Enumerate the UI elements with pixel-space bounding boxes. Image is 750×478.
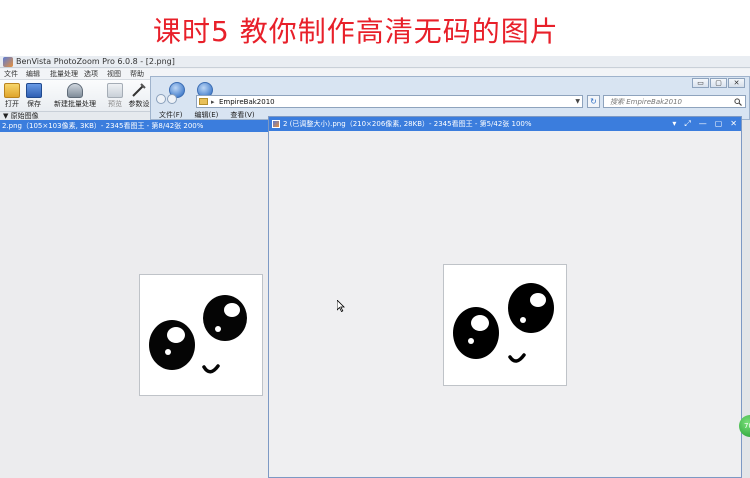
viewer-window-controls: ▾ ⤢ — ▢ ✕ — [664, 117, 737, 131]
right-viewer-titlebar[interactable]: 2 (已调整大小).png（210×206像素, 28KB）- 2345看图王 … — [269, 117, 741, 131]
menu-view[interactable]: 视图 — [107, 69, 121, 80]
folder-icon — [199, 98, 208, 105]
address-bar[interactable]: ▸ EmpireBak2010 ▼ — [196, 95, 583, 108]
refresh-button[interactable]: ↻ — [587, 95, 600, 108]
menu-batch[interactable]: 批量处理 — [50, 69, 78, 80]
explorer-menu-edit[interactable]: 编辑(E) — [195, 111, 219, 119]
refresh-icon: ↻ — [590, 97, 597, 106]
explorer-close-button[interactable]: ✕ — [728, 78, 745, 88]
badge-text: 70 — [744, 422, 750, 430]
preview-icon — [107, 83, 123, 98]
right-viewer-title: 2 (已调整大小).png（210×206像素, 28KB）- 2345看图王 … — [283, 120, 532, 128]
viewer-app-icon — [272, 120, 280, 128]
params-label: 参数设 — [128, 100, 150, 108]
menu-help[interactable]: 帮助 — [130, 69, 144, 80]
new-batch-label: 新建批量处理 — [54, 100, 96, 108]
database-stack-icon — [67, 83, 83, 98]
menu-edit[interactable]: 编辑 — [26, 69, 40, 80]
search-input[interactable]: 搜索 EmpireBak2010 — [603, 95, 746, 108]
eyes-face-image — [149, 295, 247, 374]
app-logo-icon — [3, 57, 13, 67]
back-button[interactable] — [156, 94, 166, 104]
left-image-viewer: 2.png（105×103像素, 3KB）- 2345看图王 - 第8/42张 … — [0, 120, 268, 478]
menu-file[interactable]: 文件 — [4, 69, 18, 80]
lesson-title: 课时5 教你制作高清无码的图片 — [153, 15, 559, 48]
explorer-menu-view[interactable]: 查看(V) — [230, 111, 254, 119]
save-button[interactable]: 保存 — [24, 81, 44, 111]
folder-open-icon — [4, 83, 20, 98]
app-titlebar[interactable]: BenVista PhotoZoom Pro 6.0.8 - [2.png] — [0, 56, 750, 68]
low-res-image — [139, 274, 263, 396]
eyes-face-image-sharp — [453, 283, 554, 363]
preview-label: 预览 — [108, 100, 122, 108]
address-path: EmpireBak2010 — [219, 98, 275, 106]
screen: 课时5 教你制作高清无码的图片 BenVista PhotoZoom Pro 6… — [0, 0, 750, 478]
explorer-minimize-button[interactable]: ▭ — [692, 78, 709, 88]
viewer-close-button[interactable]: ✕ — [730, 119, 737, 128]
new-batch-button[interactable]: 新建批量处理 — [50, 81, 100, 111]
explorer-window-controls: ▭ ▢ ✕ — [691, 78, 745, 89]
params-button[interactable]: 参数设 — [128, 81, 150, 111]
viewer-fullscreen-button[interactable]: ⤢ — [684, 119, 690, 128]
menu-options[interactable]: 选项 — [84, 69, 98, 80]
floppy-disk-icon — [26, 83, 42, 98]
tools-icon — [131, 83, 147, 98]
viewer-maximize-button[interactable]: ▢ — [715, 119, 723, 128]
high-res-image — [443, 264, 567, 386]
search-placeholder: 搜索 EmpireBak2010 — [610, 98, 682, 106]
search-icon — [734, 98, 742, 106]
open-button[interactable]: 打开 — [2, 81, 22, 111]
right-image-viewer: 2 (已调整大小).png（210×206像素, 28KB）- 2345看图王 … — [268, 116, 742, 478]
app-title: BenVista PhotoZoom Pro 6.0.8 - [2.png] — [16, 57, 175, 66]
left-viewer-title[interactable]: 2.png（105×103像素, 3KB）- 2345看图王 - 第8/42张 … — [0, 120, 268, 132]
lesson-title-banner: 课时5 教你制作高清无码的图片 — [0, 0, 750, 56]
explorer-menu-file[interactable]: 文件(F) — [159, 111, 183, 119]
photozoom-window: BenVista PhotoZoom Pro 6.0.8 - [2.png] 文… — [0, 56, 750, 478]
open-label: 打开 — [5, 100, 19, 108]
forward-button[interactable] — [167, 94, 177, 104]
file-explorer-window: ▭ ▢ ✕ ▸ EmpireBak2010 ▼ ↻ 搜索 EmpireBak2010… — [150, 76, 750, 130]
explorer-maximize-button[interactable]: ▢ — [710, 78, 727, 88]
breadcrumb-separator-icon: ▸ — [211, 98, 215, 106]
preview-button[interactable]: 预览 — [104, 81, 126, 111]
viewer-menu-button[interactable]: ▾ — [672, 119, 676, 128]
save-label: 保存 — [27, 100, 41, 108]
viewer-minimize-button[interactable]: — — [699, 119, 707, 128]
address-dropdown-icon[interactable]: ▼ — [575, 96, 580, 108]
mouse-cursor-icon — [337, 300, 345, 312]
